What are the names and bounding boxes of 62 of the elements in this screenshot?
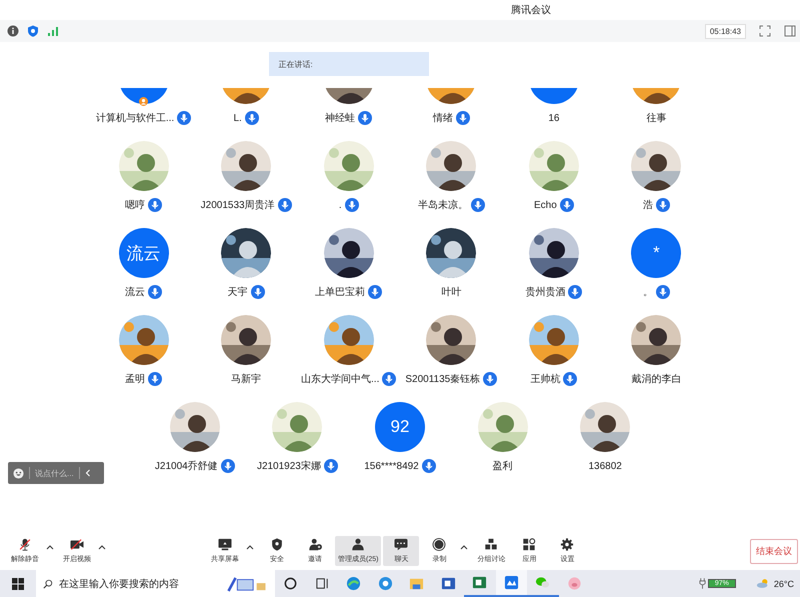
participant-name: 136802: [588, 460, 622, 472]
caret-icon[interactable]: [246, 544, 254, 550]
task-view-icon: [314, 576, 330, 591]
participant-name: .: [338, 200, 342, 210]
fullscreen-icon[interactable]: [759, 25, 771, 37]
chat-app-icon: [535, 575, 550, 590]
participant-name: 半岛未凉。: [418, 198, 468, 212]
browser-icon: [346, 576, 362, 591]
participant-name: 流云: [125, 286, 146, 299]
spreadsheet-app-icon: [472, 575, 488, 590]
participant-name: L.: [233, 112, 242, 124]
end-meeting-button[interactable]: 结束会议: [750, 538, 798, 564]
participant-name: 戴涓的李白: [631, 372, 682, 386]
participant-name: 浩: [642, 198, 653, 212]
participant-name: 往事: [646, 112, 666, 125]
avatar: 流云: [118, 228, 169, 278]
participant-name: 山东大学间中气...: [301, 372, 380, 386]
participant-name: 嗯哼: [125, 198, 146, 212]
layout-icon[interactable]: [784, 25, 796, 37]
caret-icon[interactable]: [98, 544, 106, 550]
avatar: *: [631, 228, 682, 278]
participant-name: 神经蛙: [325, 112, 356, 125]
participant-name: 情绪: [432, 112, 453, 125]
taskbar-search-field[interactable]: 在这里输入你要搜索的内容: [36, 570, 275, 597]
participant-name: 叶叶: [441, 286, 462, 299]
participant-name: 贵州贵酒: [525, 286, 566, 299]
info-icon[interactable]: [7, 25, 19, 37]
temperature: 26°C: [774, 578, 794, 588]
meeting-app-icon: [504, 575, 519, 590]
windows-start-icon[interactable]: [12, 578, 24, 590]
meeting-timer: 05:18:43: [704, 24, 746, 38]
window-title: 腾讯会议: [511, 4, 551, 17]
participant-name: 上单巴宝莉: [315, 286, 366, 299]
participant-name: 马新宇: [231, 372, 262, 386]
collapse-icon[interactable]: [84, 469, 91, 477]
weather-icon: [756, 578, 770, 589]
browser-icon: [378, 576, 393, 591]
participant-name: 计算机与软件工...: [96, 112, 174, 125]
smiley-icon: [13, 468, 24, 478]
participant-name: 天宇: [228, 286, 248, 299]
power-plug-icon: [698, 578, 706, 589]
participant-name: J2101923宋娜: [256, 460, 321, 473]
document-app-icon: [440, 576, 456, 591]
participant-name: Echo: [534, 200, 557, 210]
participant-name: S2001135秦钰栋: [405, 372, 480, 386]
participant-name: 孟明: [125, 373, 146, 386]
avatar: 92: [375, 402, 425, 452]
speaking-banner: 正在讲话:: [268, 52, 428, 76]
participant-name: 156****8492: [364, 460, 419, 472]
participant-name: 16: [548, 112, 560, 124]
circle-icon: [283, 576, 298, 591]
search-icon: [43, 578, 53, 588]
participant-name: 盈利: [492, 460, 513, 473]
participant-name: J2001533周贵洋: [200, 198, 275, 212]
folder-icon: [409, 576, 424, 591]
shield-icon[interactable]: [27, 25, 39, 37]
caret-icon[interactable]: [460, 544, 468, 550]
pig-app-icon: [566, 576, 582, 591]
caret-icon[interactable]: [46, 544, 54, 550]
participant-name: 王帅杭: [530, 372, 560, 386]
participant-name: 。: [642, 286, 653, 299]
participant-name: J21004乔舒健: [154, 460, 218, 473]
